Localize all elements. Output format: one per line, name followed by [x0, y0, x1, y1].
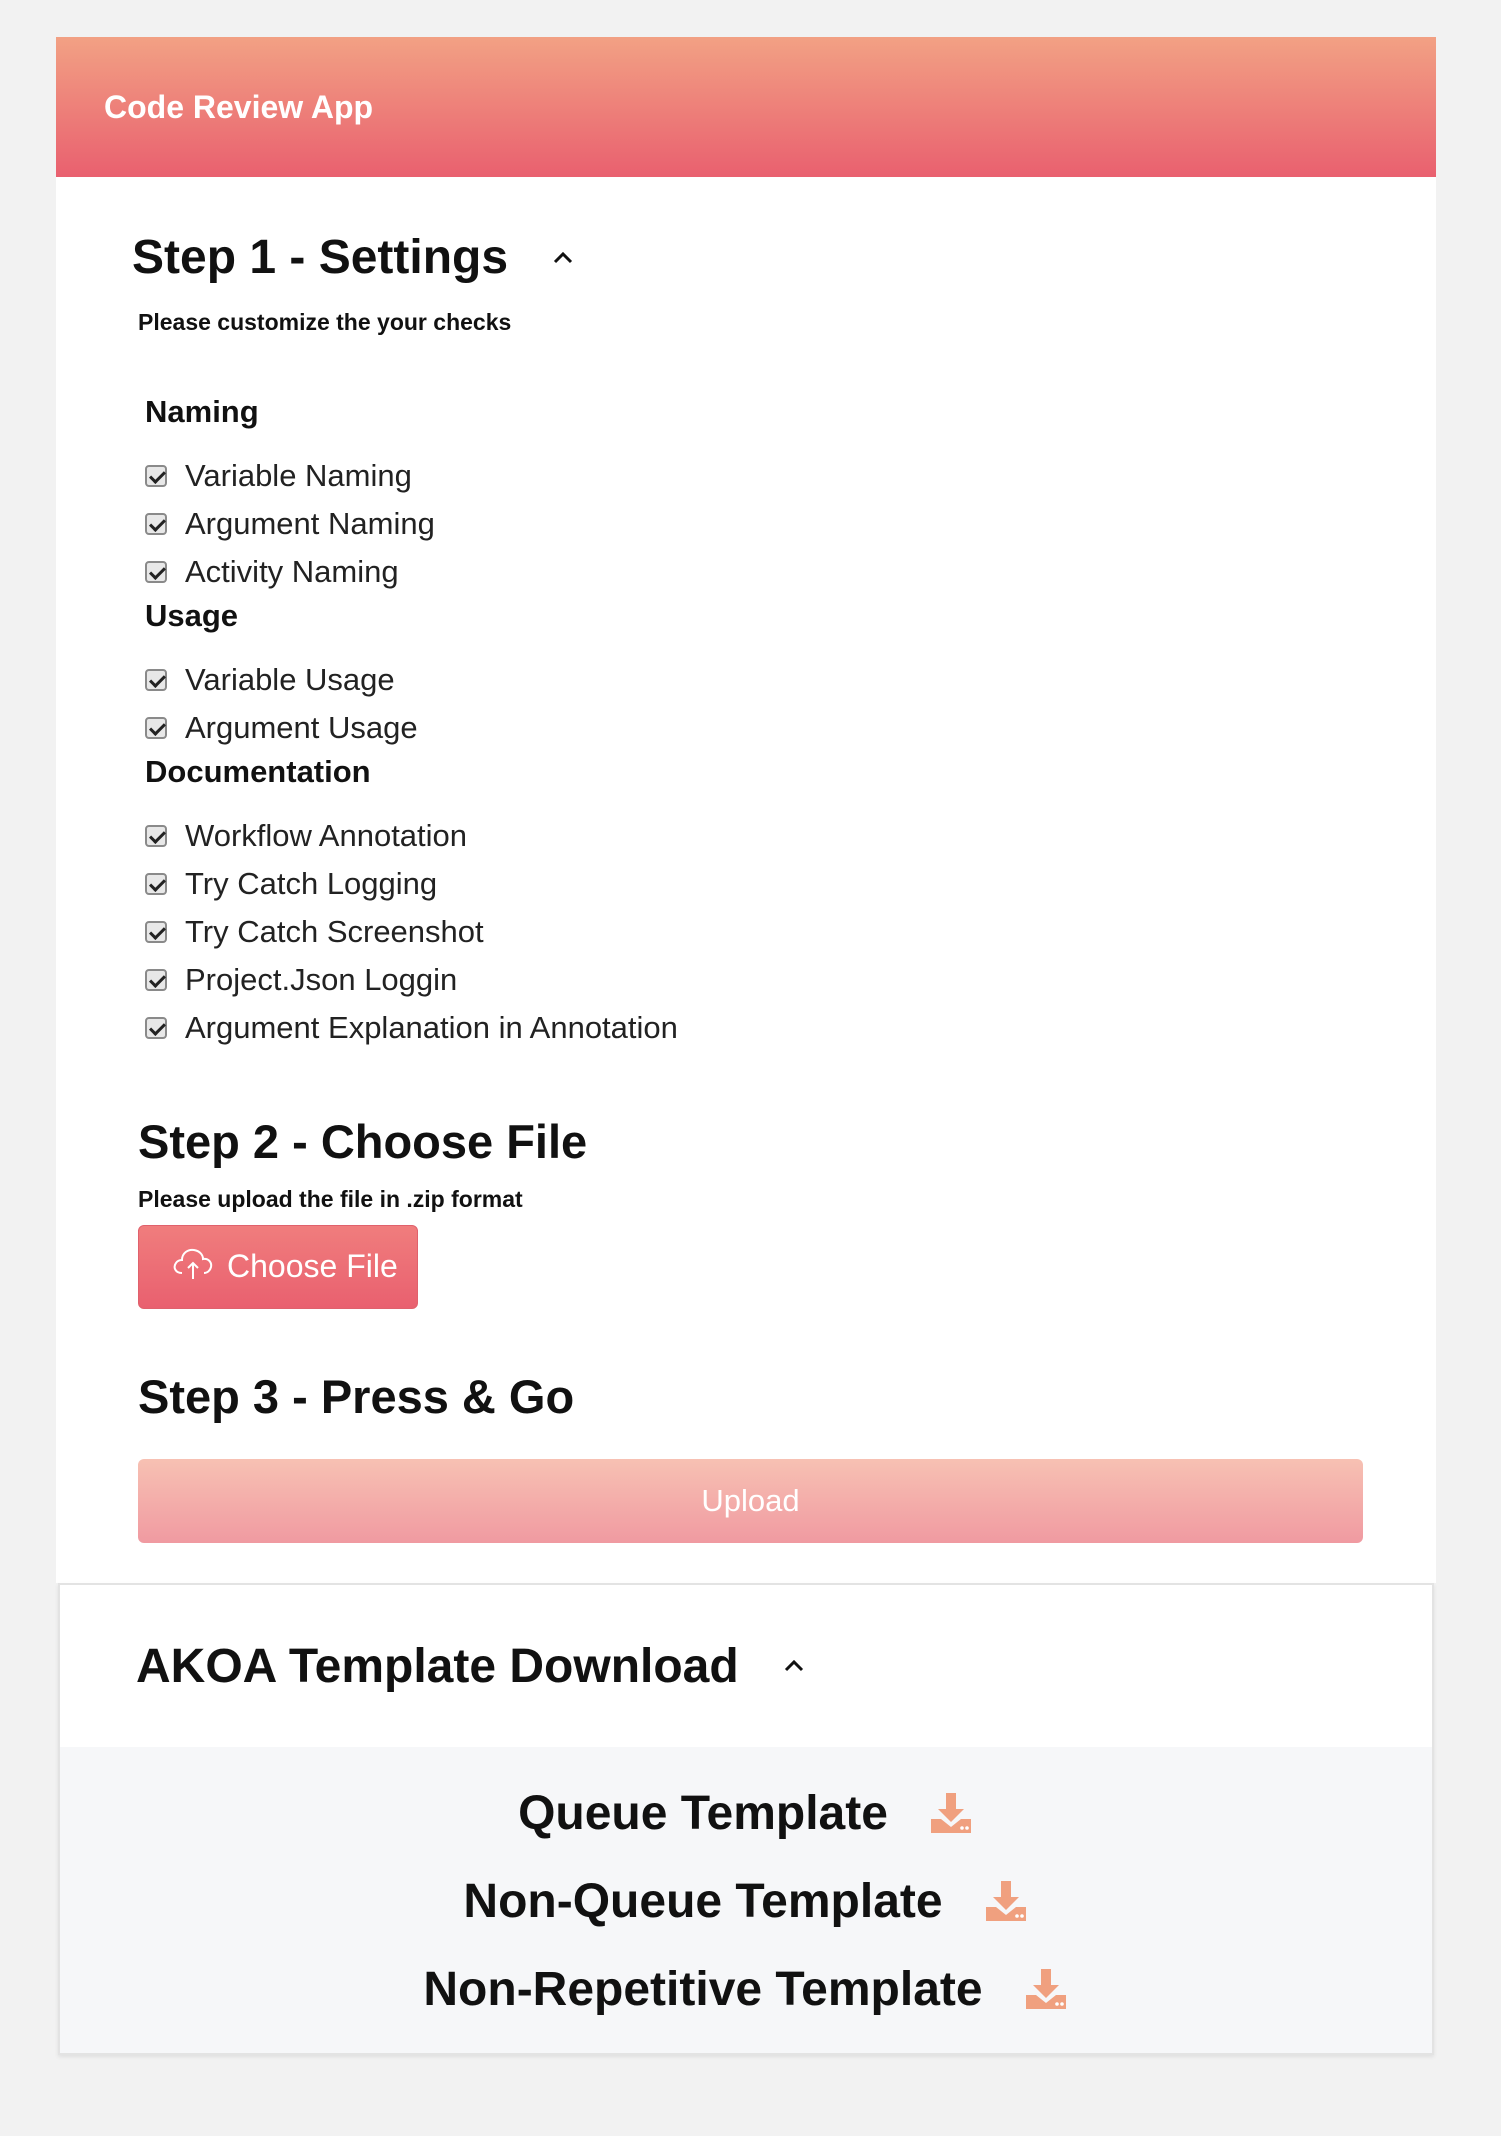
group-title: Naming [145, 393, 259, 429]
checkbox-label: Project.Json Loggin [185, 961, 458, 997]
akoa-panel: AKOA Template Download Queue Template No… [58, 1583, 1434, 2056]
checkbox-checked[interactable] [145, 668, 167, 691]
checkbox-checked[interactable] [145, 512, 167, 535]
group-title: Usage [145, 597, 239, 633]
checkbox-try-catch-screenshot[interactable]: Try Catch Screenshot [145, 908, 1436, 956]
step3-title: Step 3 - Press & Go [138, 1369, 575, 1423]
download-icon[interactable] [1023, 1967, 1069, 2011]
group-usage: Usage Variable Usage Argument Usage [145, 598, 1436, 752]
template-label: Non-Queue Template [463, 1874, 943, 1928]
checkbox-checked[interactable] [145, 920, 167, 943]
chevron-up-icon[interactable] [783, 1655, 805, 1677]
step2-section: Step 2 - Choose File Please upload the f… [138, 1114, 1436, 1309]
step2-title: Step 2 - Choose File [138, 1114, 588, 1168]
checkbox-checked[interactable] [145, 824, 167, 847]
akoa-title: AKOA Template Download [136, 1639, 739, 1693]
checkbox-try-catch-logging[interactable]: Try Catch Logging [145, 860, 1436, 908]
download-icon[interactable] [928, 1791, 974, 1835]
step3-section: Step 3 - Press & Go Upload [138, 1369, 1436, 1544]
group-documentation: Documentation Workflow Annotation Try Ca… [145, 754, 1436, 1052]
choose-file-label: Choose File [227, 1248, 398, 1285]
checkbox-label: Workflow Annotation [185, 817, 468, 853]
template-non-repetitive[interactable]: Non-Repetitive Template [60, 1945, 1432, 2033]
template-list: Queue Template Non-Queue Template Non-Re… [60, 1747, 1432, 2054]
checkbox-label: Try Catch Screenshot [185, 913, 484, 949]
cloud-upload-icon [171, 1245, 215, 1289]
checkbox-checked[interactable] [145, 716, 167, 739]
checkbox-checked[interactable] [145, 464, 167, 487]
template-non-queue[interactable]: Non-Queue Template [60, 1857, 1432, 1945]
checkbox-label: Activity Naming [185, 553, 399, 589]
step2-subtitle: Please upload the file in .zip format [138, 1185, 523, 1212]
checkbox-argument-explanation[interactable]: Argument Explanation in Annotation [145, 1004, 1436, 1052]
akoa-header[interactable]: AKOA Template Download [60, 1585, 1432, 1747]
navbar: Code Review App [56, 37, 1436, 177]
app-container: Code Review App Step 1 - Settings Please… [56, 37, 1436, 2056]
main-card: Step 1 - Settings Please customize the y… [56, 177, 1436, 1584]
checkbox-checked[interactable] [145, 872, 167, 895]
checkbox-label: Argument Naming [185, 505, 435, 541]
checkbox-argument-usage[interactable]: Argument Usage [145, 704, 1436, 752]
app-title[interactable]: Code Review App [104, 89, 373, 126]
template-label: Queue Template [518, 1786, 888, 1840]
checkbox-project-json-loggin[interactable]: Project.Json Loggin [145, 956, 1436, 1004]
checkbox-label: Variable Usage [185, 661, 395, 697]
settings-groups: Naming Variable Naming Argument Naming A… [145, 394, 1436, 1052]
checkbox-checked[interactable] [145, 560, 167, 583]
checkbox-variable-naming[interactable]: Variable Naming [145, 452, 1436, 500]
checkbox-activity-naming[interactable]: Activity Naming [145, 548, 1436, 596]
step1-subtitle: Please customize the your checks [138, 308, 512, 335]
checkbox-argument-naming[interactable]: Argument Naming [145, 500, 1436, 548]
template-queue[interactable]: Queue Template [60, 1769, 1432, 1857]
group-title: Documentation [145, 753, 371, 789]
download-icon[interactable] [983, 1879, 1029, 1923]
template-label: Non-Repetitive Template [423, 1962, 983, 2016]
chevron-up-icon[interactable] [552, 247, 574, 269]
checkbox-workflow-annotation[interactable]: Workflow Annotation [145, 812, 1436, 860]
checkbox-checked[interactable] [145, 1016, 167, 1039]
step1-header[interactable]: Step 1 - Settings [56, 177, 1436, 287]
group-naming: Naming Variable Naming Argument Naming A… [145, 394, 1436, 596]
checkbox-label: Try Catch Logging [185, 865, 438, 901]
checkbox-label: Argument Explanation in Annotation [185, 1009, 678, 1045]
checkbox-checked[interactable] [145, 968, 167, 991]
upload-button[interactable]: Upload [138, 1459, 1363, 1544]
checkbox-label: Variable Naming [185, 457, 412, 493]
step1-title: Step 1 - Settings [132, 231, 509, 284]
checkbox-label: Argument Usage [185, 709, 418, 745]
checkbox-variable-usage[interactable]: Variable Usage [145, 656, 1436, 704]
choose-file-button[interactable]: Choose File [138, 1224, 418, 1309]
